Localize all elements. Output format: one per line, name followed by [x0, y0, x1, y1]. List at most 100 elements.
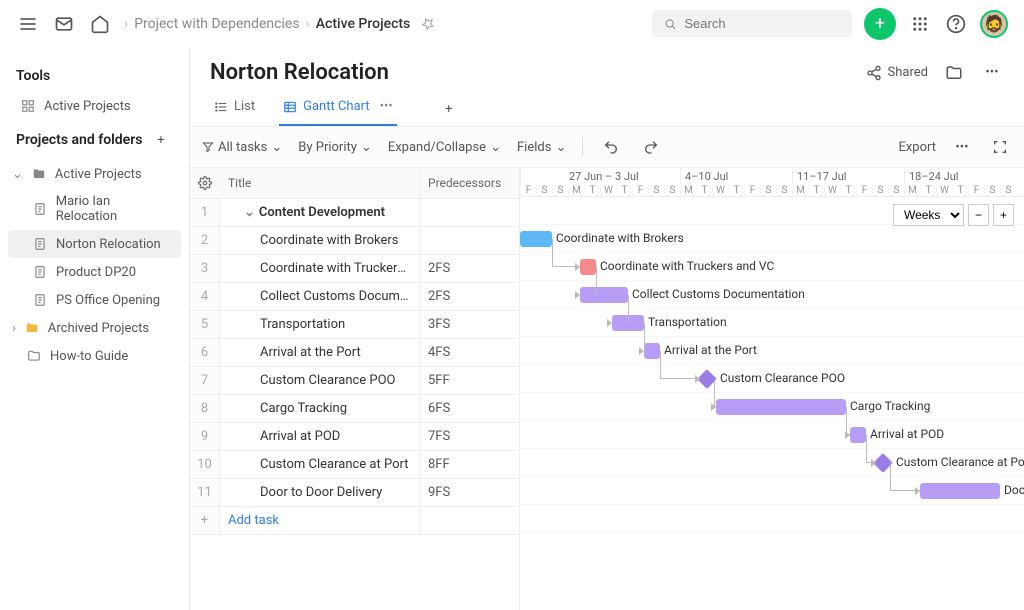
tab-more-icon[interactable]: •••: [380, 99, 393, 114]
day-label: S: [760, 185, 776, 196]
gantt-icon: [283, 100, 297, 114]
gantt-bar[interactable]: [850, 427, 866, 443]
tab-label: List: [234, 99, 255, 114]
sidebar-item-label: Product DP20: [56, 265, 136, 280]
tab-list[interactable]: List: [210, 93, 259, 126]
arrow-icon: [915, 487, 920, 495]
day-label: M: [680, 185, 696, 196]
week-label: 27 Jun – 3 Jul: [520, 168, 680, 185]
day-label: T: [808, 185, 824, 196]
fullscreen-icon[interactable]: [988, 135, 1012, 159]
tool-label: By Priority: [298, 140, 357, 155]
help-icon[interactable]: [944, 12, 968, 36]
gantt-bar[interactable]: [716, 399, 846, 415]
export-button[interactable]: Export: [898, 140, 936, 155]
gantt-bar[interactable]: [644, 343, 660, 359]
sidebar-item-project[interactable]: Norton Relocation: [8, 230, 181, 258]
bar-label: Custom Clearance POO: [720, 371, 845, 385]
sidebar-item-project[interactable]: Product DP20: [8, 258, 181, 286]
row-number: 5: [190, 311, 220, 338]
gantt-bar[interactable]: [580, 259, 596, 275]
sidebar-folder-active[interactable]: ⌄ Active Projects: [8, 160, 181, 188]
chevron-right-icon: ›: [12, 321, 16, 336]
sidebar-item-project[interactable]: PS Office Opening: [8, 286, 181, 314]
sidebar-item-project[interactable]: Mario Ian Relocation: [8, 188, 181, 230]
table-row[interactable]: 3Coordinate with Truckers...2FS: [190, 255, 519, 283]
gantt-bar[interactable]: [920, 483, 1000, 499]
toolbar-more-icon[interactable]: •••: [950, 135, 974, 159]
table-row[interactable]: 11Door to Door Delivery9FS: [190, 479, 519, 507]
table-row[interactable]: 7Custom Clearance POO5FF: [190, 367, 519, 395]
filter-all-tasks[interactable]: All tasks ⌄: [202, 140, 282, 155]
table-row[interactable]: 2Coordinate with Brokers: [190, 227, 519, 255]
sidebar-item-label: PS Office Opening: [56, 293, 160, 308]
gear-icon[interactable]: [190, 168, 220, 198]
folder-action-icon[interactable]: [942, 61, 966, 85]
sidebar-folder-archived[interactable]: › Archived Projects: [8, 314, 181, 342]
inbox-icon[interactable]: [52, 12, 76, 36]
search-input[interactable]: [652, 10, 852, 37]
timeline-row: Coordinate with Brokers: [520, 225, 1024, 253]
table-row[interactable]: 8Cargo Tracking6FS: [190, 395, 519, 423]
grid-icon: [20, 98, 36, 114]
sidebar-item-active-projects-link[interactable]: Active Projects: [8, 92, 181, 120]
add-task-row[interactable]: + Add task: [190, 507, 519, 535]
col-pred[interactable]: Predecessors: [419, 168, 519, 198]
table-row[interactable]: 9Arrival at POD7FS: [190, 423, 519, 451]
fields-dropdown[interactable]: Fields ⌄: [517, 140, 566, 155]
add-button[interactable]: +: [864, 8, 896, 40]
chevron-right-icon: ›: [124, 16, 128, 32]
dependency-line: [660, 351, 700, 379]
breadcrumb-current[interactable]: Active Projects: [316, 16, 411, 32]
table-row[interactable]: 10Custom Clearance at Port8FF: [190, 451, 519, 479]
timeline-header: 27 Jun – 3 Jul4–10 Jul11–17 Jul18–24 Jul…: [520, 168, 1024, 197]
arrow-icon: [575, 263, 580, 271]
sidebar-item-howto[interactable]: How-to Guide: [8, 342, 181, 370]
avatar[interactable]: 🧔: [980, 10, 1008, 38]
menu-icon[interactable]: [16, 12, 40, 36]
search-field[interactable]: [684, 16, 840, 31]
sidebar-item-label: How-to Guide: [50, 349, 128, 364]
arrow-icon: [575, 291, 580, 299]
home-icon[interactable]: [88, 12, 112, 36]
page-title: Norton Relocation: [210, 60, 389, 85]
zoom-in-button[interactable]: +: [993, 204, 1014, 226]
table-row[interactable]: 1⌄Content Development: [190, 199, 519, 227]
row-number: 3: [190, 255, 220, 282]
gantt-bar[interactable]: [580, 287, 628, 303]
week-label: 4–10 Jul: [680, 168, 792, 185]
expand-collapse[interactable]: Expand/Collapse ⌄: [388, 140, 501, 155]
table-row[interactable]: 4Collect Customs Docume...2FS: [190, 283, 519, 311]
chevron-down-icon: ⌄: [361, 140, 372, 155]
zoom-out-button[interactable]: −: [968, 204, 989, 226]
table-row[interactable]: 5Transportation3FS: [190, 311, 519, 339]
more-icon[interactable]: •••: [980, 61, 1004, 85]
row-number: 4: [190, 283, 220, 310]
week-label: 11–17 Jul: [792, 168, 904, 185]
gantt-bar[interactable]: [520, 231, 552, 247]
zoom-select[interactable]: Weeks: [893, 204, 964, 226]
table-row[interactable]: 6Arrival at the Port4FS: [190, 339, 519, 367]
chevron-down-icon[interactable]: ⌄: [244, 205, 255, 220]
add-tab-button[interactable]: +: [437, 98, 461, 122]
col-title[interactable]: Title: [220, 168, 419, 198]
tab-gantt[interactable]: Gantt Chart •••: [279, 93, 397, 126]
gantt-area: Title Predecessors 1⌄Content Development…: [190, 168, 1024, 610]
undo-icon[interactable]: [599, 135, 623, 159]
add-folder-button[interactable]: +: [149, 128, 173, 152]
day-label: T: [584, 185, 600, 196]
task-title: Cargo Tracking: [220, 395, 419, 422]
doc-icon: [32, 264, 48, 280]
arrow-icon: [845, 431, 850, 439]
shared-button[interactable]: Shared: [866, 65, 928, 81]
chevron-down-icon: ⌄: [490, 140, 501, 155]
breadcrumb-parent[interactable]: Project with Dependencies: [134, 16, 299, 32]
day-label: W: [936, 185, 952, 196]
divider: [582, 137, 583, 157]
timeline[interactable]: 27 Jun – 3 Jul4–10 Jul11–17 Jul18–24 Jul…: [520, 168, 1024, 610]
apps-icon[interactable]: [908, 12, 932, 36]
pin-icon[interactable]: [416, 12, 440, 36]
redo-icon[interactable]: [639, 135, 663, 159]
sort-priority[interactable]: By Priority ⌄: [298, 140, 372, 155]
row-number: 1: [190, 199, 220, 226]
